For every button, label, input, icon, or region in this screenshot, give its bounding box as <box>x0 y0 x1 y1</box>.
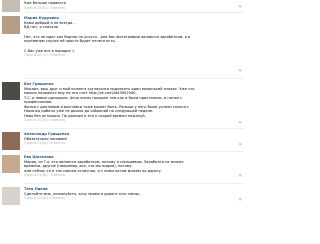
divider <box>24 12 244 13</box>
avatar[interactable] <box>2 0 20 12</box>
comment-meta[interactable]: 3 дек в 20:00 | Ответить <box>24 6 244 10</box>
divider <box>24 78 244 79</box>
avatar[interactable] <box>2 155 20 173</box>
like-icon[interactable] <box>238 68 242 73</box>
avatar[interactable] <box>2 16 20 34</box>
comment-meta[interactable]: 3 дек в 20:50 | Ответить <box>24 118 244 122</box>
comment-meta[interactable]: 3 дек в 21:36 | Ответить <box>24 173 244 177</box>
avatar[interactable] <box>2 187 20 205</box>
like-icon[interactable] <box>238 142 242 147</box>
like-icon[interactable] <box>238 173 242 178</box>
divider <box>24 151 244 152</box>
like-icon[interactable] <box>238 197 242 202</box>
avatar[interactable] <box>2 82 20 100</box>
comment-text: противном случае ей просто будет нечего … <box>24 39 116 43</box>
avatar[interactable] <box>2 132 20 150</box>
comment-meta[interactable]: 3 дек в 20:15 | Ответить <box>24 53 244 57</box>
like-icon[interactable] <box>238 4 242 9</box>
divider <box>24 128 244 129</box>
like-icon[interactable] <box>238 120 242 125</box>
comment-meta[interactable]: 3 дек в 21:20 | Ответить <box>24 141 244 145</box>
comment-meta[interactable]: 3 дек в 22:00 | Ответить <box>24 196 244 200</box>
divider <box>24 183 244 184</box>
comment-text: ВД нет, я сначала <box>24 25 59 29</box>
